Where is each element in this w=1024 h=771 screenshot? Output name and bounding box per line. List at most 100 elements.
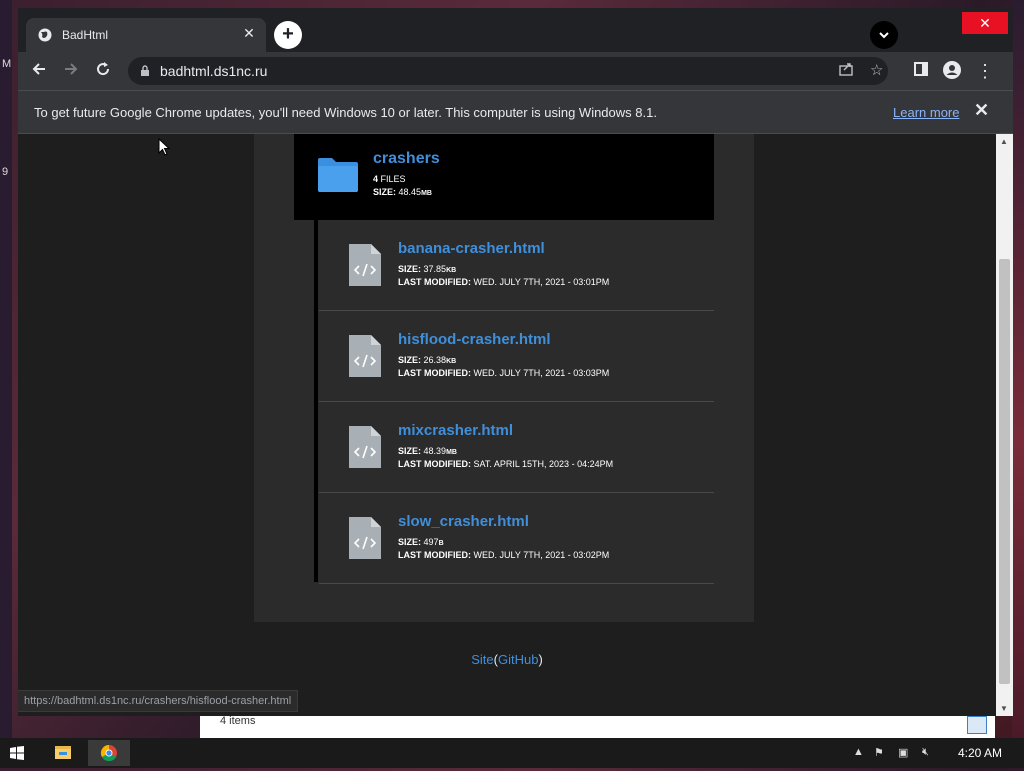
size-unit: MB (421, 190, 432, 197)
chrome-window: BadHtml ✕ + ✕ badhtml.ds1nc.ru ☆ ⋮ To ge… (18, 8, 1013, 716)
size-label: SIZE: (398, 355, 422, 365)
modified-value: WED. JULY 7TH, 2021 - 03:01PM (473, 277, 610, 287)
tab-badhtml[interactable]: BadHtml ✕ (26, 18, 266, 52)
file-name-link[interactable]: hisflood-crasher.html (398, 331, 551, 348)
size-label: SIZE: (398, 537, 422, 547)
footer-paren: ) (538, 652, 543, 667)
folder-files-count: 4 FILES (373, 174, 406, 184)
folder-size: SIZE: 48.45MB (373, 187, 432, 197)
page-scrollbar[interactable]: ▲ ▼ (996, 134, 1013, 716)
explorer-window-statusbar: 4 items (200, 712, 995, 739)
file-meta: SIZE: 37.85KB LAST MODIFIED: WED. JULY 7T… (398, 264, 609, 287)
taskbar-clock[interactable]: 4:20 AM (958, 746, 1002, 760)
file-meta: SIZE: 48.39MB LAST MODIFIED: SAT. APRIL 1… (398, 446, 613, 469)
tab-title: BadHtml (62, 28, 109, 42)
page-footer: Site(GitHub) (18, 652, 996, 667)
code-file-icon (349, 426, 381, 468)
link-status-bubble: https://badhtml.ds1nc.ru/crashers/hisflo… (18, 690, 299, 712)
reload-icon[interactable] (92, 60, 114, 82)
folder-name[interactable]: crashers (373, 150, 440, 168)
browser-toolbar: badhtml.ds1nc.ru ☆ ⋮ (18, 52, 1013, 90)
file-modified: LAST MODIFIED: WED. JULY 7TH, 2021 - 03:… (398, 368, 609, 378)
modified-value: SAT. APRIL 15TH, 2023 - 04:24PM (473, 459, 614, 469)
scroll-up-icon[interactable]: ▲ (1000, 137, 1008, 146)
address-bar[interactable]: badhtml.ds1nc.ru ☆ (128, 57, 888, 85)
chrome-taskbar-button[interactable] (88, 740, 130, 766)
url-text[interactable]: badhtml.ds1nc.ru (160, 63, 267, 79)
folder-row[interactable]: crashers 4 FILES SIZE: 48.45MB (294, 134, 714, 220)
file-explorer-icon (55, 746, 71, 759)
mouse-cursor (158, 138, 170, 156)
lock-icon[interactable] (140, 65, 150, 76)
size-value: 48.39 (423, 446, 447, 456)
close-icon[interactable]: ✕ (240, 25, 258, 42)
forward-icon[interactable] (60, 60, 82, 82)
volume-muted-icon[interactable]: 🔇︎ (922, 746, 929, 759)
modified-value: WED. JULY 7TH, 2021 - 03:03PM (473, 368, 610, 378)
network-icon[interactable]: ▣ (898, 746, 908, 759)
size-label: SIZE: (373, 187, 397, 197)
file-row[interactable]: slow_crasher.html SIZE: 497B LAST MODIFIED… (319, 493, 714, 584)
tab-search-button[interactable] (870, 21, 898, 49)
size-value: 48.45 (398, 187, 422, 197)
code-file-icon (349, 335, 381, 377)
file-meta: SIZE: 497B LAST MODIFIED: WED. JULY 7TH, … (398, 537, 609, 560)
file-modified: LAST MODIFIED: SAT. APRIL 15TH, 2023 - 0… (398, 459, 613, 469)
tab-strip: BadHtml ✕ + ✕ (18, 8, 1013, 52)
size-unit: KB (446, 267, 457, 274)
file-size: SIZE: 48.39MB (398, 446, 613, 456)
explorer-item-count: 4 items (220, 715, 256, 727)
file-modified: LAST MODIFIED: WED. JULY 7TH, 2021 - 03:… (398, 550, 609, 560)
windows-taskbar: ▲ ⚑ ▣ 🔇︎ 4:20 AM (0, 738, 1024, 768)
file-explorer-taskbar-button[interactable] (42, 740, 84, 766)
desktop-icon-label: M (2, 58, 12, 70)
github-link[interactable]: GitHub (498, 652, 538, 667)
desktop-right-edge (1012, 0, 1024, 740)
modified-label: LAST MODIFIED: (398, 550, 471, 560)
file-name-link[interactable]: slow_crasher.html (398, 513, 529, 530)
show-hidden-icons-button[interactable]: ▲ (853, 746, 864, 758)
back-icon[interactable] (28, 60, 50, 82)
size-unit: MB (446, 449, 457, 456)
scrollbar-thumb[interactable] (999, 259, 1010, 684)
size-value: 26.38 (423, 355, 447, 365)
scroll-down-icon[interactable]: ▼ (1000, 704, 1008, 713)
learn-more-link[interactable]: Learn more (893, 105, 959, 120)
file-size: SIZE: 497B (398, 537, 609, 547)
action-center-flag-icon[interactable]: ⚑ (874, 746, 884, 759)
listing-panel: crashers 4 FILES SIZE: 48.45MB banana-cr… (254, 134, 754, 622)
file-size: SIZE: 26.38KB (398, 355, 609, 365)
share-icon[interactable] (838, 61, 854, 81)
profile-icon[interactable] (941, 60, 963, 82)
details-view-button[interactable] (967, 716, 987, 734)
windows-start-icon[interactable] (10, 746, 24, 760)
file-row[interactable]: hisflood-crasher.html SIZE: 26.38KB LAST M… (319, 311, 714, 402)
file-row[interactable]: mixcrasher.html SIZE: 48.39MB LAST MODIFIE… (319, 402, 714, 493)
desktop-icon-label: 9 (2, 166, 9, 178)
size-unit: KB (446, 358, 457, 365)
code-file-icon (349, 517, 381, 559)
file-size: SIZE: 37.85KB (398, 264, 609, 274)
tree-connector (314, 220, 318, 582)
files-label: FILES (380, 174, 406, 184)
modified-label: LAST MODIFIED: (398, 277, 471, 287)
folder-icon (318, 158, 358, 192)
file-name-link[interactable]: banana-crasher.html (398, 240, 545, 257)
infobar-message: To get future Google Chrome updates, you… (34, 105, 657, 120)
size-unit: B (438, 540, 444, 547)
star-icon[interactable]: ☆ (870, 61, 883, 79)
sidepanel-icon[interactable] (910, 60, 932, 82)
modified-label: LAST MODIFIED: (398, 459, 471, 469)
site-link[interactable]: Site (471, 652, 493, 667)
modified-label: LAST MODIFIED: (398, 368, 471, 378)
file-name-link[interactable]: mixcrasher.html (398, 422, 513, 439)
close-icon[interactable]: ✕ (974, 100, 989, 121)
menu-icon[interactable]: ⋮ (974, 60, 996, 82)
window-close-button[interactable]: ✕ (962, 12, 1008, 34)
files-count-value: 4 (373, 174, 379, 184)
size-value: 497 (423, 537, 439, 547)
new-tab-button[interactable]: + (274, 21, 302, 49)
file-meta: SIZE: 26.38KB LAST MODIFIED: WED. JULY 7T… (398, 355, 609, 378)
chrome-icon (100, 744, 117, 762)
file-row[interactable]: banana-crasher.html SIZE: 37.85KB LAST MOD… (319, 220, 714, 311)
